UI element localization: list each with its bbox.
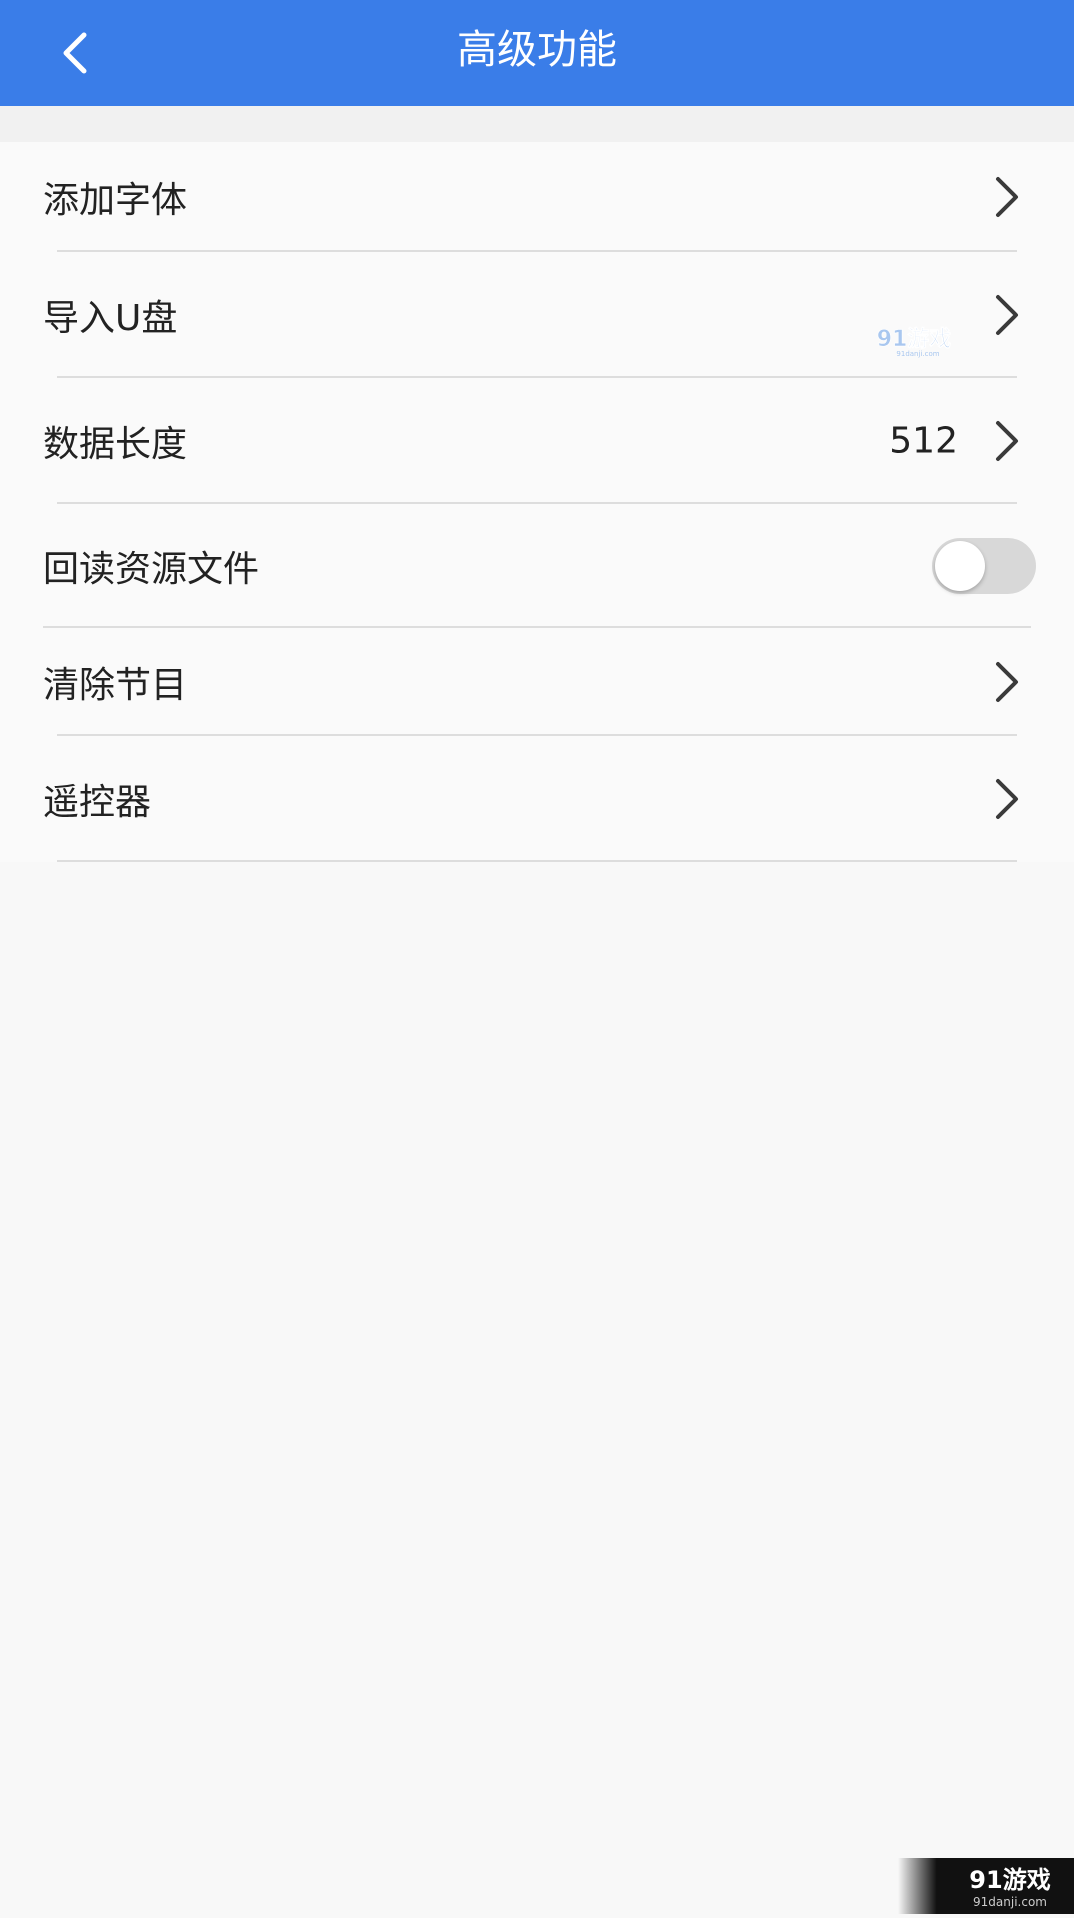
row-label: 清除节目 <box>43 665 188 706</box>
watermark-logo: 91游戏 91danji.com <box>876 326 952 358</box>
row-label: 数据长度 <box>43 424 188 465</box>
settings-list: 添加字体 导入U盘 数据长度 512 回读资源文件 清除节目 遥控器 <box>0 142 1074 862</box>
row-clear-programs[interactable]: 清除节目 <box>0 628 1074 736</box>
header-spacer <box>0 106 1074 142</box>
chevron-right-icon <box>996 779 1018 819</box>
readback-toggle[interactable] <box>932 538 1036 594</box>
page-title: 高级功能 <box>457 27 617 73</box>
row-divider <box>57 860 1017 862</box>
row-readback-resources: 回读资源文件 <box>0 504 1074 628</box>
watermark-domain: 91danji.com <box>896 350 939 358</box>
row-data-length[interactable]: 数据长度 512 <box>0 378 1074 504</box>
chevron-right-icon <box>996 295 1018 335</box>
top-bar: 高级功能 <box>0 0 1074 106</box>
data-length-value: 512 <box>889 420 958 462</box>
toggle-knob <box>935 541 985 591</box>
row-label: 遥控器 <box>43 782 152 823</box>
watermark-brand: 91游戏 <box>877 326 952 352</box>
row-add-font[interactable]: 添加字体 <box>0 142 1074 252</box>
chevron-right-icon <box>996 662 1018 702</box>
corner-watermark: 91游戏 91danji.com <box>898 1858 1074 1914</box>
row-label: 导入U盘 <box>43 298 178 339</box>
row-label: 添加字体 <box>43 180 188 221</box>
chevron-right-icon <box>996 177 1018 217</box>
corner-watermark-logo: 91游戏 91danji.com <box>969 1866 1050 1909</box>
row-import-usb[interactable]: 导入U盘 <box>0 252 1074 378</box>
row-remote-control[interactable]: 遥控器 <box>0 736 1074 862</box>
chevron-right-icon <box>996 421 1018 461</box>
row-label: 回读资源文件 <box>43 549 260 590</box>
corner-watermark-domain: 91danji.com <box>973 1895 1047 1909</box>
corner-watermark-brand: 91游戏 <box>969 1866 1050 1894</box>
